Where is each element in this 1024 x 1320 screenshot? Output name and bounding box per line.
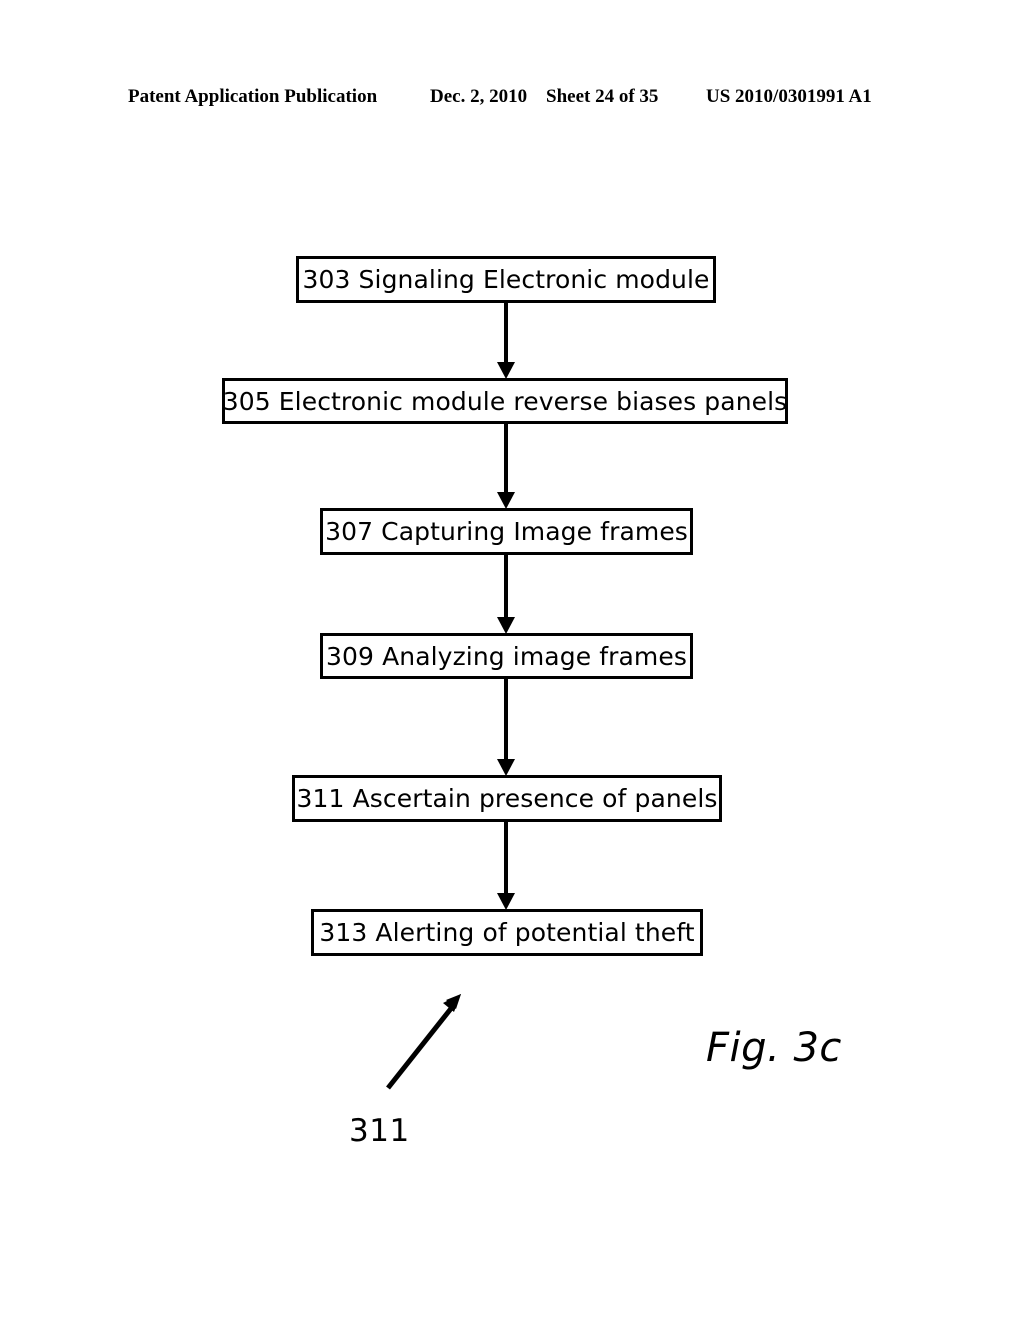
arrow-shaft bbox=[504, 679, 508, 760]
arrow-head-icon bbox=[497, 617, 515, 634]
flow-node-313: 313 Alerting of potential theft bbox=[311, 909, 703, 956]
flow-node-309: 309 Analyzing image frames bbox=[320, 633, 693, 679]
flow-node-309-label: 309 Analyzing image frames bbox=[326, 641, 687, 671]
flow-node-303-label: 303 Signaling Electronic module bbox=[302, 265, 710, 294]
flow-arrow-311-to-313 bbox=[497, 822, 515, 910]
flow-node-313-label: 313 Alerting of potential theft bbox=[319, 918, 695, 947]
arrow-head-icon bbox=[497, 759, 515, 776]
leader-arrow-icon bbox=[386, 994, 461, 1090]
flow-node-305: 305 Electronic module reverse biases pan… bbox=[222, 378, 788, 424]
reference-numeral-311: 311 bbox=[349, 1113, 410, 1149]
arrow-head-icon bbox=[497, 362, 515, 379]
flow-node-307: 307 Capturing Image frames bbox=[320, 508, 693, 555]
flow-node-305-label: 305 Electronic module reverse biases pan… bbox=[222, 386, 788, 416]
flow-arrow-309-to-311 bbox=[497, 679, 515, 776]
flow-node-307-label: 307 Capturing Image frames bbox=[325, 517, 688, 546]
arrow-shaft bbox=[504, 424, 508, 493]
arrow-shaft bbox=[504, 303, 508, 363]
flowchart-diagram: 303 Signaling Electronic module 305 Elec… bbox=[0, 0, 1024, 1320]
flow-node-311-label: 311 Ascertain presence of panels bbox=[296, 784, 718, 813]
figure-caption: Fig. 3c bbox=[706, 1025, 842, 1071]
arrow-head-icon bbox=[497, 492, 515, 509]
flow-arrow-305-to-307 bbox=[497, 424, 515, 509]
flow-node-311: 311 Ascertain presence of panels bbox=[292, 775, 722, 822]
arrow-shaft bbox=[504, 555, 508, 618]
flow-arrow-307-to-309 bbox=[497, 555, 515, 634]
flow-node-303: 303 Signaling Electronic module bbox=[296, 256, 716, 303]
flow-arrow-303-to-305 bbox=[497, 303, 515, 379]
arrow-shaft bbox=[504, 822, 508, 894]
arrow-head-icon bbox=[497, 893, 515, 910]
